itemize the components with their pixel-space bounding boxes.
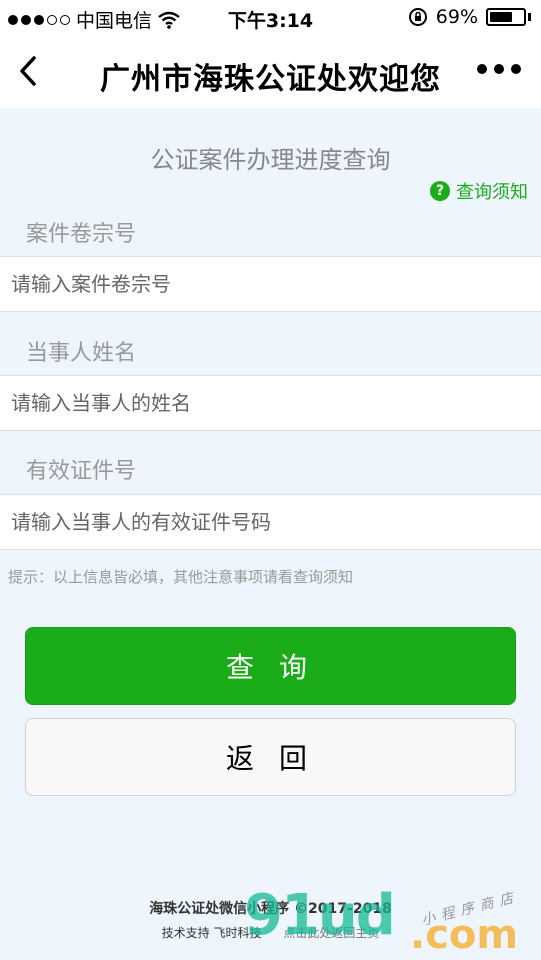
back-button[interactable]: 返 回 <box>25 718 516 796</box>
rotation-lock-icon <box>408 8 427 26</box>
query-button[interactable]: 查 询 <box>25 627 516 705</box>
case-number-label: 案件卷宗号 <box>26 222 137 247</box>
question-icon: ? <box>430 181 450 201</box>
more-options-icon[interactable] <box>477 64 521 74</box>
form-heading: 公证案件办理进度查询 <box>150 146 391 174</box>
battery-group: 69% <box>408 6 531 28</box>
navigation-bar: 广州市海珠公证处欢迎您 <box>0 36 541 108</box>
battery-icon <box>486 8 526 26</box>
page-title: 广州市海珠公证处欢迎您 <box>100 62 441 97</box>
party-name-label: 当事人姓名 <box>26 341 137 366</box>
status-bar: 中国电信 下午3:14 69% <box>0 0 541 36</box>
id-number-label: 有效证件号 <box>26 459 137 484</box>
case-number-input[interactable] <box>0 256 541 312</box>
form-hint: 提示：以上信息皆必填，其他注意事项请看查询须知 <box>8 568 354 586</box>
watermark-logo: 91ud <box>244 883 396 948</box>
battery-percent: 69% <box>435 6 478 28</box>
query-notice-label: 查询须知 <box>456 182 528 203</box>
party-name-input[interactable] <box>0 375 541 431</box>
id-number-input[interactable] <box>0 494 541 550</box>
query-notice-link[interactable]: ? 查询须知 <box>430 178 528 204</box>
